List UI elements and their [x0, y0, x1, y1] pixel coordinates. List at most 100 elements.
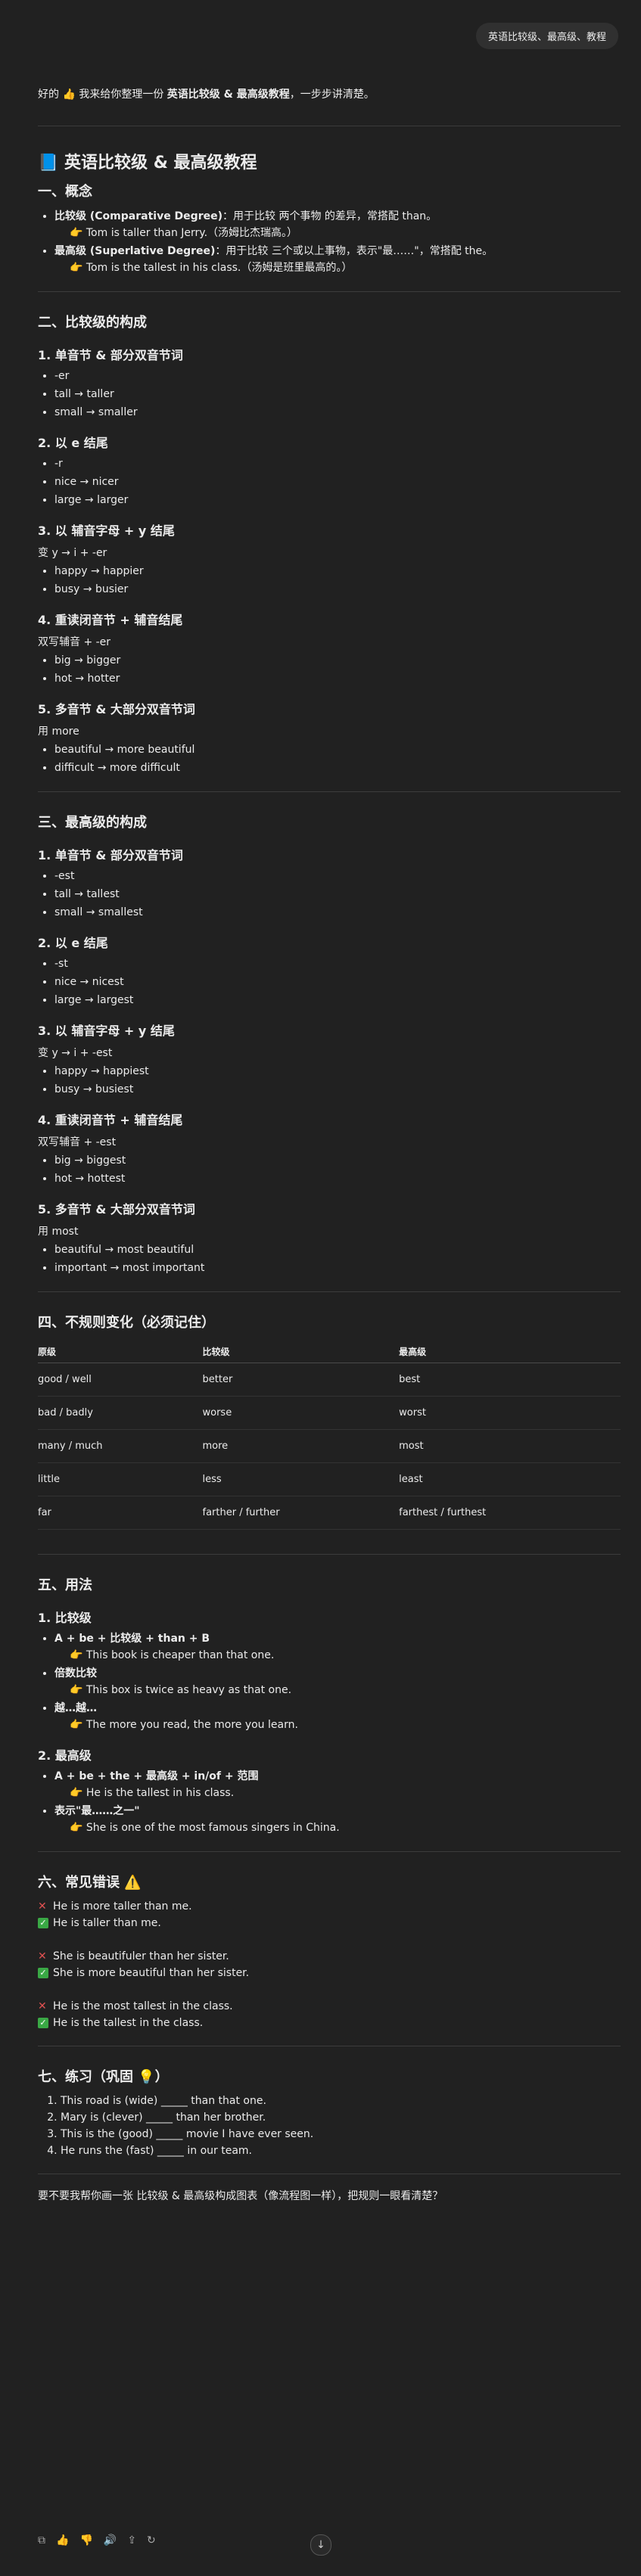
rule-list: -st nice → nicest large → largest: [38, 957, 621, 1007]
wrong-example: ✕ He is the most tallest in the class.: [38, 2000, 621, 2012]
table-cell: little: [38, 1462, 203, 1496]
rule-list: happy → happiest busy → busiest: [38, 1064, 621, 1096]
usage-pattern: 表示"最……之一": [54, 1805, 140, 1817]
usage-item: 表示"最……之一" 👉 She is one of the most famous…: [54, 1804, 621, 1835]
table-cell: farther / further: [202, 1496, 400, 1530]
table-cell: worse: [202, 1396, 400, 1430]
rule-item: -est: [54, 869, 621, 883]
section-mistakes-heading: 六、常见错误 ⚠️: [38, 1875, 142, 1891]
correct-text: He is the tallest in the class.: [53, 2017, 204, 2029]
wrong-text: She is beautifuler than her sister.: [53, 1950, 229, 1962]
mistakes-list: ✕ He is more taller than me. ✓ He is taller…: [38, 1900, 621, 2029]
correct-text: She is more beautiful than her sister.: [53, 1967, 250, 1979]
rule-note: 变 y → i + -est: [38, 1047, 113, 1059]
scroll-down-button[interactable]: ↓: [310, 2534, 331, 2556]
rule-item: tall → tallest: [54, 887, 621, 901]
wrong-text: He is the most tallest in the class.: [53, 2000, 233, 2012]
table-cell: less: [202, 1462, 400, 1496]
rule-item: big → bigger: [54, 654, 621, 667]
rule-note: 双写辅音 + -er: [38, 636, 111, 648]
rule-item: busy → busiest: [54, 1083, 621, 1096]
practice-item: This road is (wide) _____ than that one.: [61, 2095, 621, 2107]
usage-item: A + be + 比较级 + than + B 👉 This book is ch…: [54, 1632, 621, 1662]
usage-pattern: A + be + 比较级 + than + B: [54, 1633, 210, 1645]
rule-item: happy → happiest: [54, 1064, 621, 1078]
rule-item: -er: [54, 369, 621, 383]
wrong-example: ✕ She is beautifuler than her sister.: [38, 1950, 621, 1962]
rule-item: hot → hotter: [54, 672, 621, 685]
cross-icon: ✕: [38, 1950, 47, 1962]
usage-example: 👉 She is one of the most famous singers …: [70, 1822, 340, 1834]
message-actions: ⧉ 👍 👎 🔊 ⇪ ↻: [38, 2534, 156, 2546]
table-cell: least: [399, 1462, 621, 1496]
table-cell: many / much: [38, 1429, 203, 1463]
usage-pattern: A + be + the + 最高级 + in/of + 范围: [54, 1770, 259, 1782]
correct-example: ✓ He is taller than me.: [38, 1917, 621, 1929]
rule-heading: 1. 单音节 & 部分双音节词: [38, 848, 183, 862]
regenerate-icon[interactable]: ↻: [147, 2534, 156, 2546]
section-superlative-heading: 三、最高级的构成: [38, 815, 147, 831]
rule-note: 用 more: [38, 726, 79, 738]
table-cell: bad / badly: [38, 1396, 203, 1430]
practice-list: This road is (wide) _____ than that one.…: [38, 2095, 621, 2157]
thumbs-down-icon[interactable]: 👎: [79, 2534, 92, 2546]
divider: [38, 791, 621, 792]
table-cell: far: [38, 1496, 203, 1530]
table-row: many / much more most: [38, 1429, 621, 1463]
rule-item: beautiful → more beautiful: [54, 743, 621, 757]
rule-list: -est tall → tallest small → smallest: [38, 869, 621, 919]
usage-example: 👉 This book is cheaper than that one.: [70, 1649, 275, 1661]
rule-item: nice → nicer: [54, 475, 621, 489]
section-concept-heading: 一、概念: [38, 184, 92, 200]
share-icon[interactable]: ⇪: [127, 2534, 136, 2546]
rule-note: 双写辅音 + -est: [38, 1136, 117, 1148]
rule-list: -er tall → taller small → smaller: [38, 369, 621, 419]
thumbs-up-icon[interactable]: 👍: [56, 2534, 69, 2546]
wrong-example: ✕ He is more taller than me.: [38, 1900, 621, 1913]
usage-item: A + be + the + 最高级 + in/of + 范围 👉 He is t…: [54, 1770, 621, 1800]
usage-pattern: 倍数比较: [54, 1667, 97, 1680]
section-comparative-heading: 二、比较级的构成: [38, 315, 147, 331]
rule-list: big → bigger hot → hotter: [38, 654, 621, 685]
rule-item: -r: [54, 457, 621, 471]
rule-item: nice → nicest: [54, 975, 621, 989]
table-row: good / well better best: [38, 1363, 621, 1397]
check-icon: ✓: [38, 1968, 48, 1978]
wrong-text: He is more taller than me.: [53, 1900, 192, 1913]
rule-heading: 4. 重读闭音节 + 辅音结尾: [38, 613, 183, 627]
follow-up-question: 要不要我帮你画一张 比较级 & 最高级构成图表（像流程图一样），把规则一眼看清楚…: [38, 2190, 443, 2202]
rule-list: big → biggest hot → hottest: [38, 1154, 621, 1185]
table-cell: worst: [399, 1396, 621, 1430]
concept-item: 最高级 (Superlative Degree)：用于比较 三个或以上事物，表示…: [54, 244, 621, 275]
usage-example: 👉 The more you read, the more you learn.: [70, 1719, 298, 1731]
read-aloud-icon[interactable]: 🔊: [104, 2534, 117, 2546]
section-irregular-heading: 四、不规则变化（必须记住）: [38, 1315, 215, 1331]
rule-item: small → smaller: [54, 406, 621, 419]
rule-item: small → smallest: [54, 906, 621, 919]
usage-item: 越…越… 👉 The more you read, the more you le…: [54, 1701, 621, 1732]
rule-item: happy → happier: [54, 564, 621, 578]
rule-list: beautiful → most beautiful important → mo…: [38, 1243, 621, 1275]
divider: [38, 1554, 621, 1555]
user-message-bubble: 英语比较级、最高级、教程: [475, 23, 618, 49]
rule-heading: 4. 重读闭音节 + 辅音结尾: [38, 1113, 183, 1127]
rule-heading: 3. 以 辅音字母 + y 结尾: [38, 1024, 175, 1038]
rule-item: large → larger: [54, 493, 621, 507]
section-usage-heading: 五、用法: [38, 1577, 92, 1593]
copy-icon[interactable]: ⧉: [38, 2534, 45, 2546]
rule-item: beautiful → most beautiful: [54, 1243, 621, 1257]
divider: [38, 291, 621, 292]
rule-list: happy → happier busy → busier: [38, 564, 621, 596]
usage-pattern: 越…越…: [54, 1702, 97, 1714]
rule-item: large → largest: [54, 993, 621, 1007]
usage-superlative-list: A + be + the + 最高级 + in/of + 范围 👉 He is t…: [38, 1770, 621, 1835]
practice-item: Mary is (clever) _____ than her brother.: [61, 2111, 621, 2124]
rule-item: hot → hottest: [54, 1172, 621, 1185]
rule-note: 变 y → i + -er: [38, 547, 107, 559]
usage-comparative-heading: 1. 比较级: [38, 1611, 92, 1625]
rule-list: beautiful → more beautiful difficult → mo…: [38, 743, 621, 775]
rule-heading: 2. 以 e 结尾: [38, 436, 108, 450]
irregular-table: 原级 比较级 最高级 good / well better best bad / ba…: [38, 1341, 621, 1530]
